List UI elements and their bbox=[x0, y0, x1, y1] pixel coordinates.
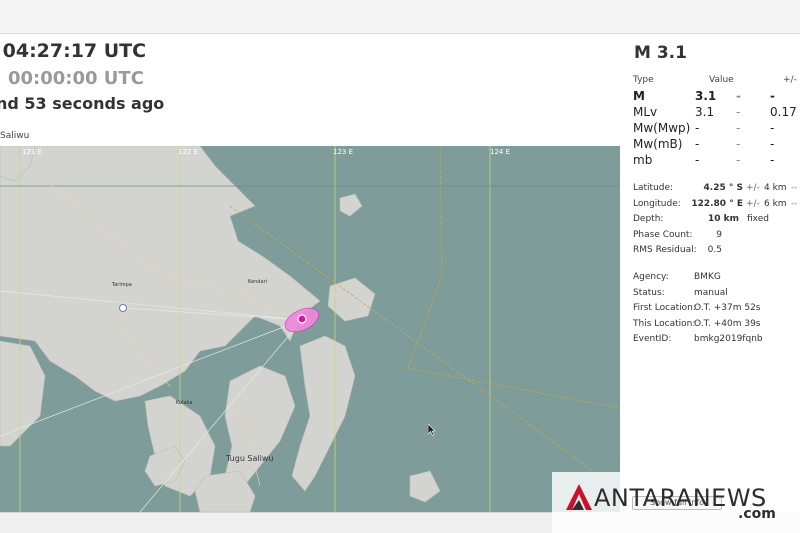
mag-value: 3.1 bbox=[695, 89, 717, 103]
mag-separator: - bbox=[736, 121, 741, 135]
grid-label: 123 E bbox=[333, 148, 353, 156]
mag-type: Mw(Mwp) bbox=[633, 121, 691, 135]
grid-label: 121 E bbox=[22, 148, 42, 156]
grid-label: 124 E bbox=[490, 148, 510, 156]
agency-label: Agency: bbox=[633, 272, 669, 282]
latitude-extra: -- bbox=[791, 183, 798, 193]
island-h bbox=[409, 470, 441, 503]
map-canvas[interactable]: 121 E 122 E 123 E 124 E Tugu Saliwu Kend… bbox=[0, 146, 620, 512]
mouse-cursor-icon bbox=[427, 421, 436, 440]
antaranews-watermark: Show full info ANTARANEWS .com bbox=[552, 472, 800, 533]
magnitude-row: MLv 3.1 - 0.17 bbox=[633, 105, 800, 121]
mag-separator: - bbox=[736, 153, 741, 167]
top-toolbar bbox=[0, 0, 800, 34]
this-location-label: This Location: bbox=[633, 318, 696, 329]
magnitude-row: Mw(mB) - - - bbox=[633, 137, 800, 153]
place-label: Kendari bbox=[248, 279, 267, 285]
island-b bbox=[291, 335, 356, 492]
event-info-panel: M 3.1 Type Value +/- M 3.1 - - MLv 3.1 -… bbox=[620, 34, 800, 512]
event-id-value: bmkg2019fqnb bbox=[694, 334, 763, 344]
mag-uncertainty: 0.17 bbox=[770, 105, 797, 119]
land-north bbox=[0, 146, 321, 402]
longitude-uncertainty: 6 km bbox=[764, 198, 787, 209]
event-id-row: EventID: bmkg2019fqnb bbox=[633, 334, 800, 350]
this-location-row: This Location: O.T. +40m 39s bbox=[633, 319, 800, 335]
depth-fixed: fixed bbox=[747, 214, 769, 224]
event-id-label: EventID: bbox=[633, 334, 672, 344]
header-type: Type bbox=[633, 75, 654, 85]
rms-residual-value: 0.5 bbox=[707, 245, 722, 255]
boundary-line bbox=[407, 146, 443, 369]
longitude-extra: -- bbox=[791, 198, 798, 209]
magnitude-row: M 3.1 - - bbox=[633, 89, 800, 105]
status-label: Status: bbox=[633, 287, 665, 298]
status-row: Status: manual bbox=[633, 288, 800, 304]
latitude-uncertainty: 4 km bbox=[764, 183, 787, 193]
mag-uncertainty: - bbox=[770, 121, 775, 135]
this-location-value: O.T. +40m 39s bbox=[694, 318, 761, 329]
first-location-value: O.T. +37m 52s bbox=[694, 303, 761, 313]
phase-count-value: 9 bbox=[716, 229, 722, 240]
place-label: Tugu Saliwu bbox=[225, 454, 273, 463]
mag-uncertainty: - bbox=[770, 89, 775, 103]
first-location-row: First Location: O.T. +37m 52s bbox=[633, 303, 800, 319]
mag-value: - bbox=[695, 137, 700, 151]
mag-value: 3.1 bbox=[695, 105, 715, 119]
magnitude-title: M 3.1 bbox=[634, 43, 687, 63]
epicenter-marker[interactable] bbox=[297, 314, 307, 324]
longitude-value: 122.80 ° E bbox=[691, 198, 743, 209]
longitude-row: Longitude: 122.80 ° E +/- 6 km -- bbox=[633, 199, 800, 215]
magnitude-table-header: Type Value +/- bbox=[633, 75, 800, 89]
depth-value: 10 km bbox=[707, 214, 739, 224]
time-ago: nd 53 seconds ago bbox=[0, 94, 165, 113]
location-info: Latitude: 4.25 ° S +/- 4 km -- Longitude… bbox=[633, 183, 800, 261]
mag-value: - bbox=[695, 121, 700, 135]
boundary-line bbox=[407, 367, 620, 409]
mag-value: - bbox=[695, 153, 700, 167]
event-map[interactable]: 121 E 122 E 123 E 124 E Tugu Saliwu Kend… bbox=[0, 146, 620, 512]
mag-type: Mw(mB) bbox=[633, 137, 683, 151]
status-value: manual bbox=[694, 287, 728, 298]
mag-separator: - bbox=[736, 137, 741, 151]
rms-residual-row: RMS Residual: 0.5 bbox=[633, 245, 800, 261]
nearest-city-label: Saliwu bbox=[0, 131, 30, 141]
place-label: Kolaka bbox=[176, 400, 192, 406]
grid-label: 122 E bbox=[178, 148, 198, 156]
magnitude-row: Mw(Mwp) - - - bbox=[633, 121, 800, 137]
mag-type: mb bbox=[633, 153, 653, 167]
header-uncertainty: +/- bbox=[783, 75, 797, 85]
origin-info: Agency: BMKG Status: manual First Locati… bbox=[633, 272, 800, 350]
watermark-suffix: .com bbox=[738, 506, 776, 522]
mag-type: MLv bbox=[633, 105, 658, 119]
mag-separator: - bbox=[736, 89, 741, 103]
magnitude-row: mb - - - bbox=[633, 153, 800, 169]
longitude-pm: +/- bbox=[746, 198, 760, 209]
island-g bbox=[339, 193, 363, 217]
header-value: Value bbox=[709, 75, 734, 85]
place-label: Tarimpa bbox=[111, 282, 132, 288]
phase-count-row: Phase Count: 9 bbox=[633, 230, 800, 246]
latitude-pm: +/- bbox=[746, 183, 760, 193]
latitude-row: Latitude: 4.25 ° S +/- 4 km -- bbox=[633, 183, 800, 199]
mag-uncertainty: - bbox=[770, 137, 775, 151]
land-west bbox=[0, 340, 46, 447]
depth-row: Depth: 10 km fixed bbox=[633, 214, 800, 230]
mag-separator: - bbox=[736, 105, 741, 119]
station-marker[interactable] bbox=[119, 304, 127, 312]
agency-value: BMKG bbox=[694, 272, 721, 282]
magnitude-table: Type Value +/- M 3.1 - - MLv 3.1 - 0.17 … bbox=[633, 75, 800, 169]
mag-uncertainty: - bbox=[770, 153, 775, 167]
latitude-value: 4.25 ° S bbox=[703, 183, 743, 193]
antara-logo-icon bbox=[562, 480, 596, 518]
reported-time: 00:00:00 UTC bbox=[8, 68, 144, 89]
land-layer bbox=[0, 146, 441, 512]
mag-type: M bbox=[633, 89, 645, 103]
origin-time: 04:27:17 UTC bbox=[0, 40, 146, 62]
first-location-label: First Location: bbox=[633, 303, 696, 313]
agency-row: Agency: BMKG bbox=[633, 272, 800, 288]
boundary-line bbox=[229, 205, 601, 477]
